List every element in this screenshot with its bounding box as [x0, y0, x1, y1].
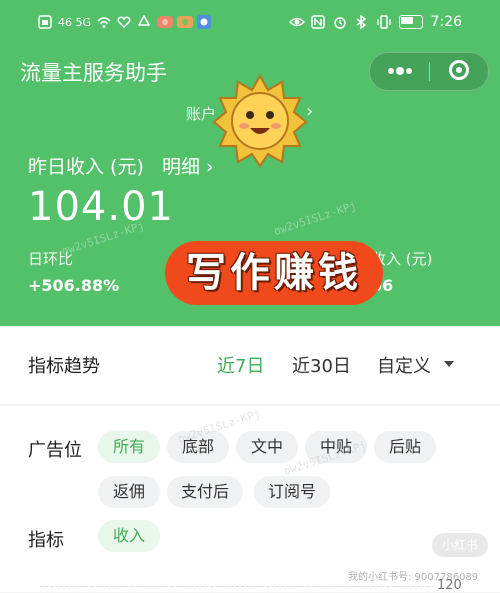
status-right: 7:26 — [288, 14, 462, 30]
battery-icon — [398, 15, 423, 29]
promo-banner: 写作赚钱 — [165, 241, 383, 305]
game-app-icon — [177, 15, 194, 29]
mom-value: +506.88% — [28, 276, 120, 295]
trend-title: 指标趋势 — [28, 356, 100, 377]
status-bar: 46 5G 7:26 — [0, 0, 500, 46]
signal-text: 46 5G — [58, 15, 92, 29]
income-amount: 104.01 — [28, 184, 174, 230]
capsule-divider — [429, 62, 430, 81]
tab-30-days[interactable]: 近30日 — [292, 352, 351, 378]
clock: 7:26 — [430, 14, 462, 30]
metric-label: 指标 — [28, 530, 64, 551]
more-icon[interactable] — [386, 63, 414, 79]
close-mini-program-icon[interactable] — [449, 60, 469, 80]
detail-link[interactable]: 明细 › — [162, 152, 214, 179]
sun-emoji-sticker — [212, 73, 308, 168]
tab-7-days[interactable]: 近7日 — [217, 352, 264, 378]
wifi-icon — [97, 15, 111, 29]
pig-app-icon — [157, 15, 174, 29]
eye-icon — [288, 15, 305, 29]
alarm-icon — [333, 15, 347, 29]
y-axis-tick: 120 — [437, 578, 462, 593]
yesterday-income-label: 昨日收入 (元) — [28, 156, 144, 178]
header-panel: 46 5G 7:26 流量主服务助手 账户 › 昨日收入 (元) 明细 › 10… — [0, 0, 500, 326]
status-left: 46 5G — [38, 14, 212, 29]
chip-ad-slot-inline[interactable]: 文中 — [236, 431, 298, 463]
recycle-icon — [137, 14, 151, 29]
page-title: 流量主服务助手 — [20, 61, 167, 85]
detail-link-text: 明细 — [162, 156, 201, 178]
chip-ad-slot-rebate[interactable]: 返佣 — [98, 476, 160, 508]
watermark-text: ow2v5ISLz-KPj — [272, 199, 358, 238]
sim-icon — [38, 15, 52, 29]
mini-program-capsule — [369, 52, 489, 91]
chip-ad-slot-all[interactable]: 所有 — [98, 431, 160, 463]
chip-metric-income[interactable]: 收入 — [98, 520, 160, 552]
chevron-down-icon[interactable] — [444, 361, 454, 367]
vibrate-icon — [376, 15, 391, 29]
chart-gridline — [40, 586, 430, 588]
tab-custom[interactable]: 自定义 — [377, 352, 431, 378]
chip-ad-slot-subscription[interactable]: 订阅号 — [254, 476, 330, 508]
ad-slot-label: 广告位 — [28, 440, 82, 461]
xhs-watermark-badge: 小红书 — [432, 533, 488, 557]
promo-banner-text: 写作赚钱 — [186, 250, 362, 296]
heart-icon — [117, 15, 131, 29]
chip-ad-slot-postroll[interactable]: 后贴 — [374, 431, 436, 463]
chip-ad-slot-after-payment[interactable]: 支付后 — [167, 476, 243, 508]
nfc-icon — [310, 15, 325, 29]
bluetooth-icon — [355, 14, 369, 30]
cloud-app-icon — [197, 15, 212, 29]
